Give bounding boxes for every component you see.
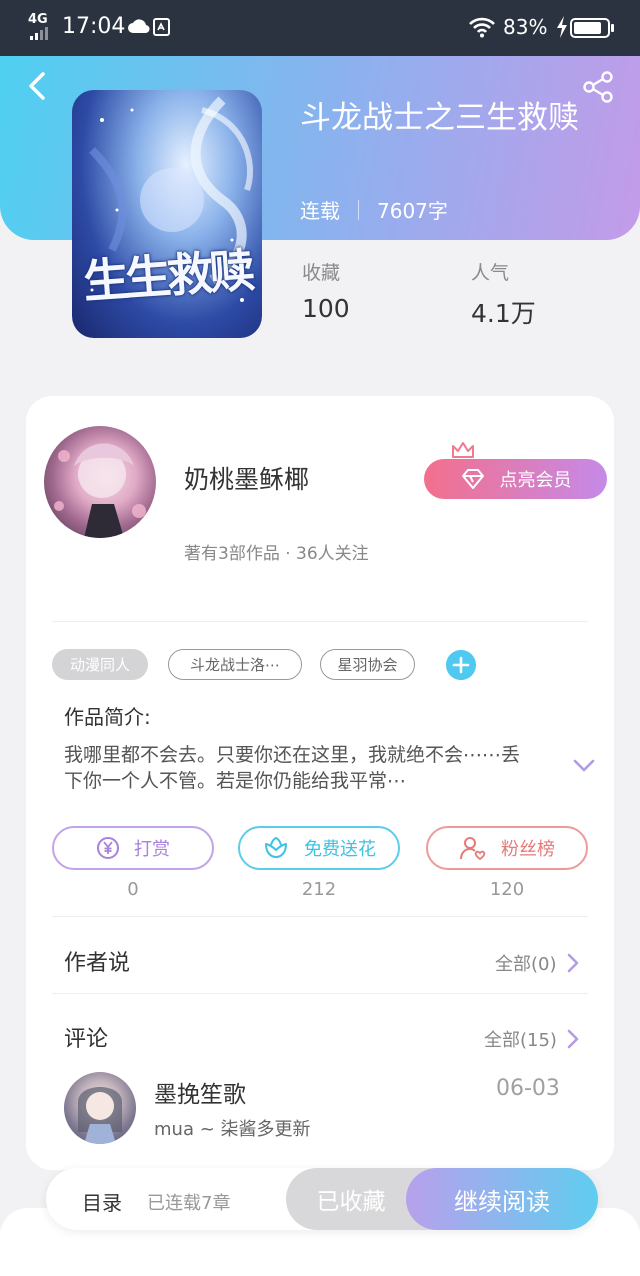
continue-reading-button[interactable]: 继续阅读 [406,1168,598,1230]
author-says-all-link[interactable]: 全部(0) [495,950,579,976]
comments-all-link[interactable]: 全部(15) [484,1026,579,1052]
popularity-value: 4.1万 [471,299,536,328]
battery-icon [570,18,610,38]
fans-count: 120 [489,879,525,900]
tag-category[interactable]: 动漫同人 [52,649,148,680]
favorites-value: 100 [302,294,350,323]
commenter-avatar-art [78,1087,122,1144]
chevron-right-icon [567,1029,579,1049]
meta-divider [358,199,359,220]
author-name[interactable]: 奶桃墨稣椰 [184,460,309,496]
author-stats: 著有3部作品 · 36人关注 [184,544,369,564]
book-word-count: 7607字 [377,199,448,223]
diamond-icon [461,469,484,489]
signal-icon [30,27,48,40]
comment-date: 06-03 [496,1076,560,1101]
comment-text: mua ~ 柒酱多更新 [154,1119,311,1140]
fans-rank-label: 粉丝榜 [501,839,555,860]
flower-icon [265,836,287,858]
favorited-button-label: 已收藏 [316,1189,386,1215]
comments-all-label: 全部(15) [484,1030,557,1051]
book-status: 连载 [300,199,340,223]
sim-icon [153,18,170,36]
book-cover[interactable]: 生生救赎 [72,90,262,338]
divider [52,621,588,622]
tip-button-label: 打赏 [134,839,170,860]
vip-button-label: 点亮会员 [499,470,572,491]
tip-count: 0 [127,879,139,900]
chevron-down-icon[interactable] [572,758,596,774]
intro-label: 作品简介: [64,705,151,729]
bolt-icon [557,16,567,38]
wifi-icon [469,17,495,38]
continue-reading-label: 继续阅读 [454,1187,550,1216]
crown-icon [452,442,474,458]
cloud-icon [128,19,150,34]
book-meta: 连载 7607字 [300,195,448,224]
author-avatar[interactable] [44,426,156,538]
author-says-title: 作者说 [64,951,131,976]
avatar-art [54,443,146,538]
send-flower-label: 免费送花 [304,839,376,860]
comments-title: 评论 [64,1027,109,1052]
divider [52,993,588,994]
battery-percent: 83% [503,15,548,39]
chapter-count: 已连载7章 [147,1193,231,1214]
author-says-all-label: 全部(0) [495,954,557,975]
cover-title-art: 生生救赎 [81,243,253,309]
tag-series[interactable]: 斗龙战士洛⋯ [168,649,302,680]
send-flower-button[interactable]: 免费送花 [238,826,400,870]
intro-text: 我哪里都不会去。只要你还在这里，我就绝不会⋯⋯丢下你一个人不管。若是你仍能给我平… [64,744,521,792]
user-heart-icon [460,837,486,861]
yen-icon [97,837,119,859]
back-arrow-icon[interactable] [24,70,52,102]
clock-time: 17:04 [62,14,126,39]
favorites-label: 收藏 [302,262,341,284]
chevron-right-icon [567,953,578,973]
divider [52,916,588,917]
flower-count: 212 [301,879,337,900]
commenter-avatar[interactable] [64,1072,136,1144]
book-title: 斗龙战士之三生救赎 [300,100,579,136]
vip-button[interactable]: 点亮会员 [424,459,607,499]
status-bar: 4G 17:04 83% [0,0,640,56]
plus-icon[interactable] [446,650,476,680]
commenter-name[interactable]: 墨挽笙歌 [154,1075,246,1109]
fans-rank-button[interactable]: 粉丝榜 [426,826,588,870]
tag-group[interactable]: 星羽协会 [320,649,415,680]
popularity-label: 人气 [471,262,510,284]
toc-button[interactable]: 目录 [82,1187,122,1216]
tip-button[interactable]: 打赏 [52,826,214,870]
network-type: 4G [28,12,48,27]
